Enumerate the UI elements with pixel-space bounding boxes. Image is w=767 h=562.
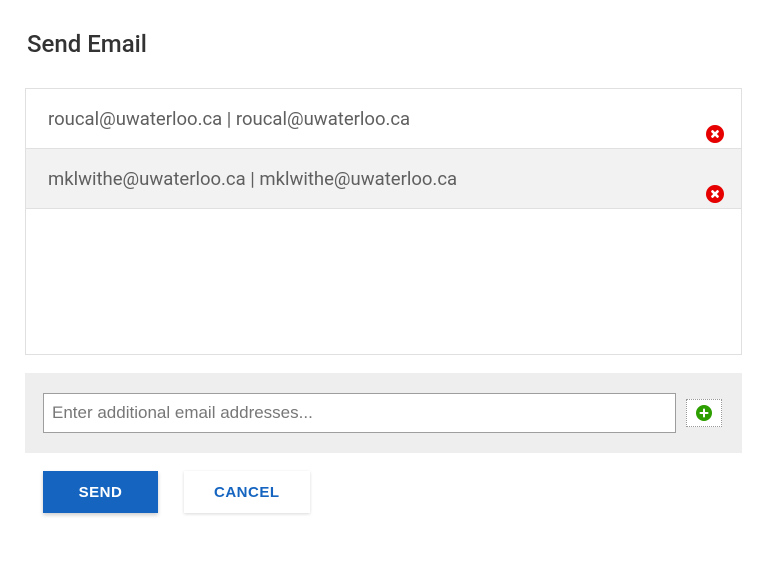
remove-recipient-icon[interactable] [705,124,725,144]
action-buttons: Send Cancel [25,453,742,513]
plus-circle-icon [695,404,713,422]
send-button[interactable]: Send [43,471,158,513]
cancel-button[interactable]: Cancel [184,471,310,513]
add-recipient-area [25,373,742,453]
recipient-row: mklwithe@uwaterloo.ca | mklwithe@uwaterl… [26,149,741,209]
recipient-email: roucal@uwaterloo.ca | roucal@uwaterloo.c… [48,108,705,130]
add-recipient-button[interactable] [686,399,722,427]
page-title: Send Email [27,30,742,58]
remove-recipient-icon[interactable] [705,184,725,204]
recipient-list: roucal@uwaterloo.ca | roucal@uwaterloo.c… [25,88,742,355]
email-input[interactable] [43,393,676,433]
recipient-email: mklwithe@uwaterloo.ca | mklwithe@uwaterl… [48,168,705,190]
recipient-row: roucal@uwaterloo.ca | roucal@uwaterloo.c… [26,89,741,149]
